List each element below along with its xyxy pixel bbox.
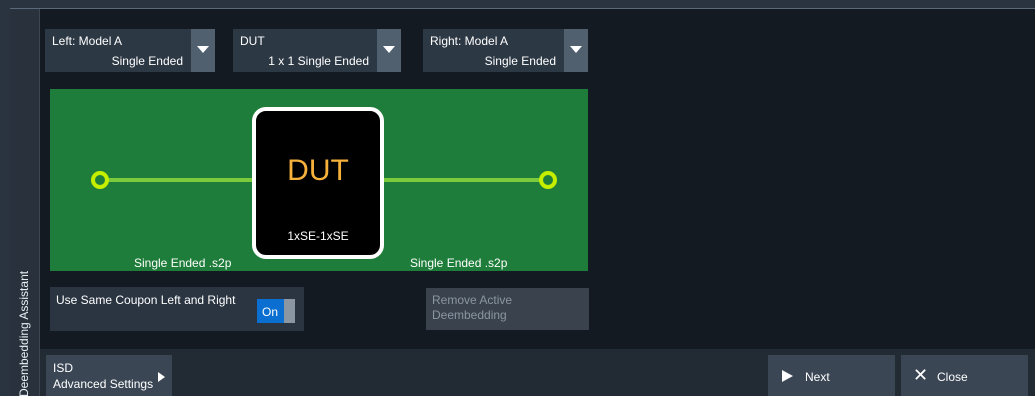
dropdown-label: DUT: [240, 34, 265, 48]
same-coupon-panel: Use Same Coupon Left and Right On: [50, 287, 304, 331]
dropdown-value: Single Ended: [484, 54, 556, 68]
next-label: Next: [805, 370, 830, 384]
chevron-down-icon[interactable]: [191, 29, 215, 72]
isd-advanced-settings-button[interactable]: ISD Advanced Settings: [46, 355, 172, 396]
side-panel-strip: Deembedding Assistant: [10, 9, 40, 396]
dropdown-value: Single Ended: [111, 54, 183, 68]
close-button[interactable]: ✕ Close: [901, 355, 1028, 396]
close-icon: ✕: [913, 365, 929, 385]
dropdown-value: 1 x 1 Single Ended: [268, 54, 369, 68]
chevron-down-icon[interactable]: [564, 29, 588, 72]
remove-button-line2: Deembedding: [432, 308, 507, 322]
chevron-down-icon[interactable]: [377, 29, 401, 72]
side-panel-title: Deembedding Assistant: [17, 270, 31, 396]
next-button[interactable]: Next: [768, 355, 895, 396]
play-arrow-icon: [782, 370, 793, 382]
dropdown-label: Right: Model A: [430, 34, 509, 48]
right-port-icon: [539, 171, 557, 189]
same-coupon-label: Use Same Coupon Left and Right: [56, 293, 236, 307]
left-model-dropdown[interactable]: Left: Model A Single Ended: [45, 29, 215, 72]
remove-active-deembedding-button[interactable]: Remove Active Deembedding: [426, 288, 589, 330]
isd-label: ISD: [53, 361, 74, 375]
toggle-knob: [284, 299, 295, 323]
left-wire: [100, 178, 252, 182]
toggle-state-label: On: [262, 305, 279, 319]
right-wire: [384, 178, 542, 182]
dut-config-label: 1xSE-1xSE: [287, 229, 349, 243]
dut-block[interactable]: DUT 1xSE-1xSE: [252, 107, 384, 259]
right-file-label: Single Ended .s2p: [410, 256, 508, 270]
dut-title: DUT: [287, 154, 349, 187]
right-model-dropdown[interactable]: Right: Model A Single Ended: [423, 29, 588, 72]
dropdown-label: Left: Model A: [52, 34, 123, 48]
left-file-label: Single Ended .s2p: [134, 256, 232, 270]
advanced-settings-label: Advanced Settings: [53, 377, 154, 391]
left-port-icon: [91, 171, 109, 189]
same-coupon-toggle[interactable]: On: [257, 299, 295, 323]
remove-button-line1: Remove Active: [432, 293, 513, 307]
dut-dropdown[interactable]: DUT 1 x 1 Single Ended: [233, 29, 401, 72]
chevron-right-icon: [158, 372, 165, 382]
close-label: Close: [937, 370, 968, 384]
deembedding-diagram: DUT 1xSE-1xSE Single Ended .s2p Single E…: [50, 89, 588, 271]
deembedding-assistant-window: Deembedding Assistant Left: Model A Sing…: [10, 8, 1035, 396]
